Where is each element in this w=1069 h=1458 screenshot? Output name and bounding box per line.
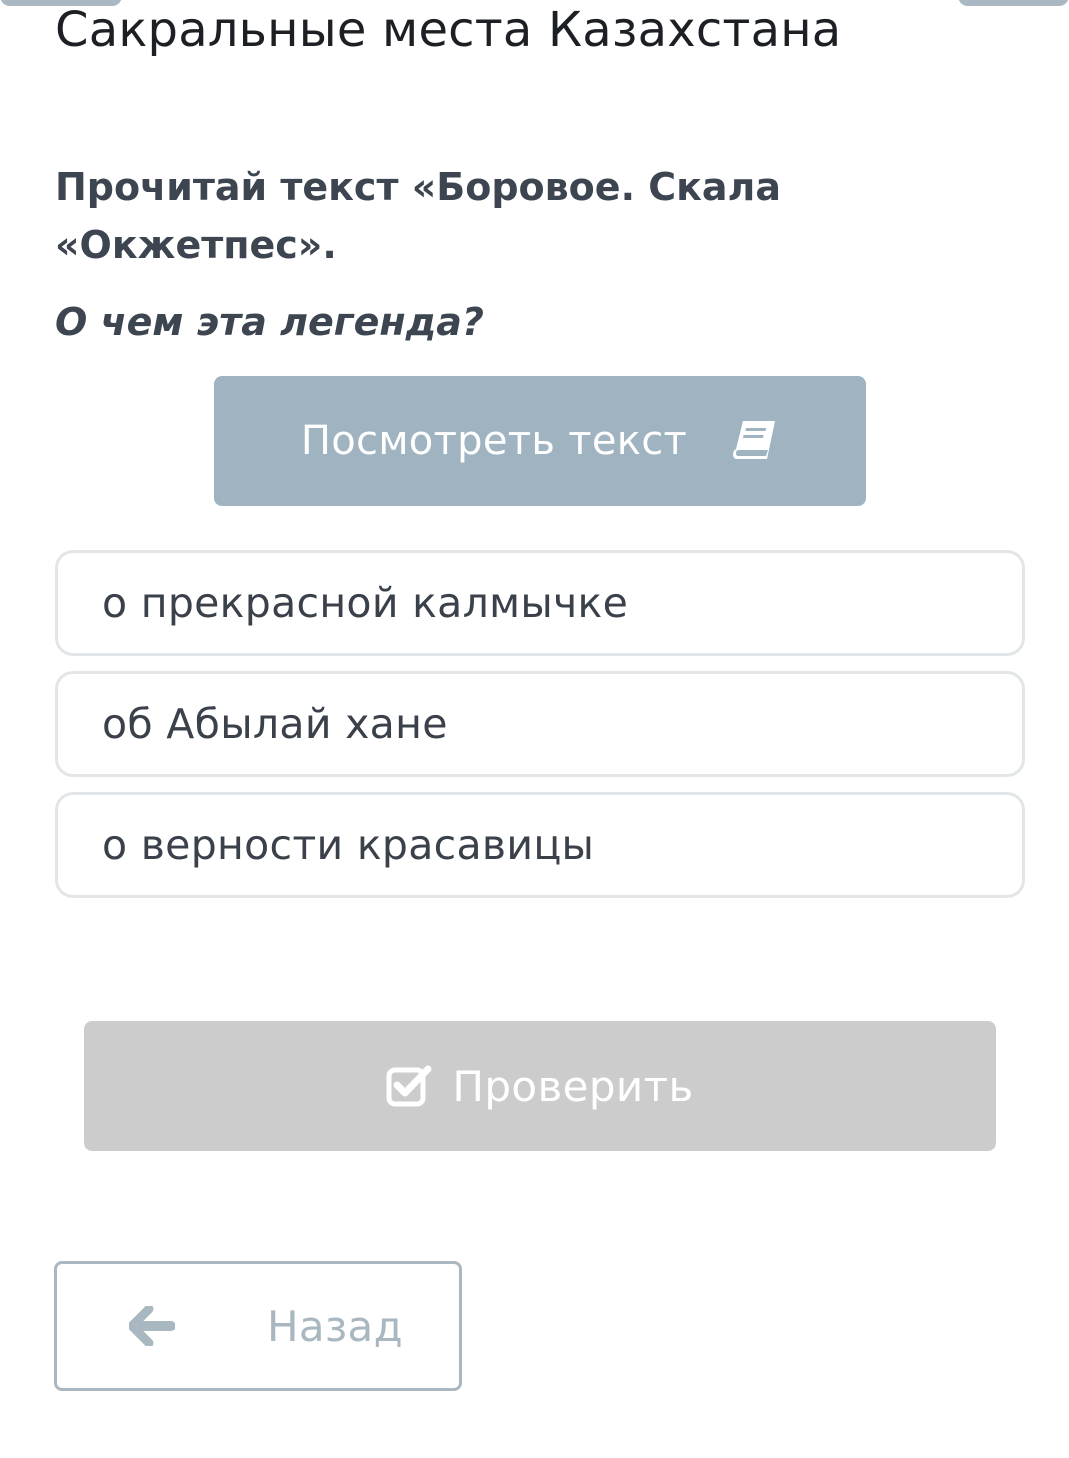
lesson-title: Сакральные места Казахстана xyxy=(55,2,842,58)
answer-option-label: о прекрасной калмычке xyxy=(102,579,629,627)
back-button[interactable]: Назад xyxy=(54,1261,462,1391)
answer-option-1[interactable]: о прекрасной калмычке xyxy=(55,550,1025,656)
answer-option-label: о верности красавицы xyxy=(102,821,595,869)
answer-option-2[interactable]: об Абылай хане xyxy=(55,671,1025,777)
check-button[interactable]: Проверить xyxy=(84,1021,996,1151)
top-tab-right[interactable] xyxy=(958,0,1069,6)
task-instruction: Прочитай текст «Боровое. Скала «Окжетпес… xyxy=(55,165,782,267)
view-text-button[interactable]: Посмотреть текст xyxy=(214,376,866,506)
answer-option-3[interactable]: о верности красавицы xyxy=(55,792,1025,898)
checkbox-check-icon xyxy=(386,1065,432,1107)
view-text-button-label: Посмотреть текст xyxy=(300,418,688,464)
arrow-left-icon xyxy=(129,1306,175,1346)
answer-option-label: об Абылай хане xyxy=(102,700,448,748)
check-button-label: Проверить xyxy=(452,1061,694,1111)
task-question: О чем эта легенда? xyxy=(55,300,484,344)
book-icon xyxy=(731,419,779,463)
back-button-label: Назад xyxy=(267,1302,403,1351)
